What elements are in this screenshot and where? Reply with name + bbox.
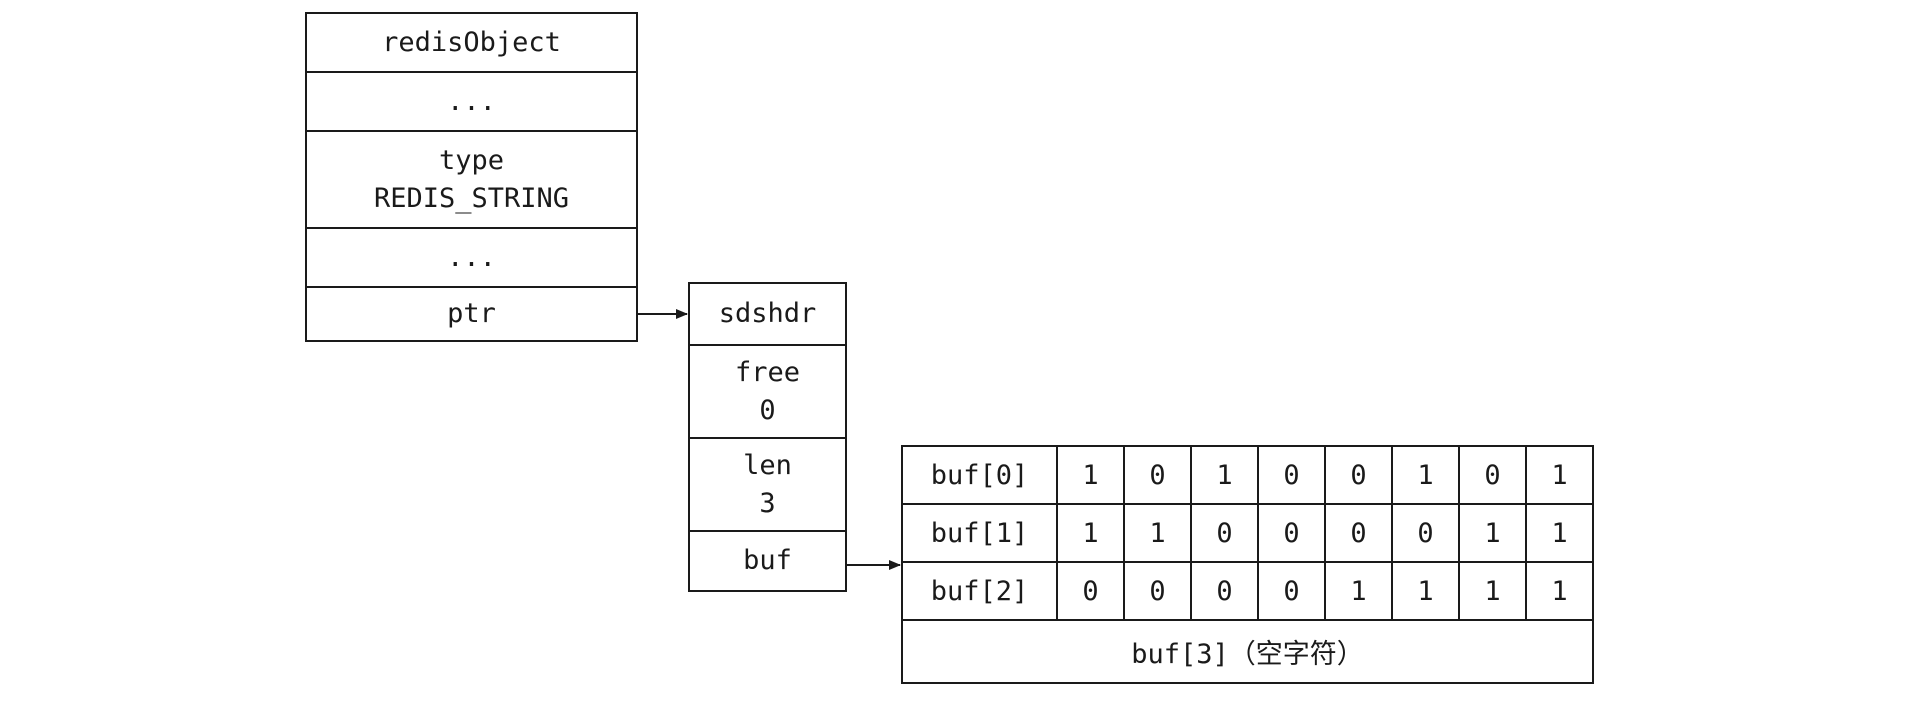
bit-cell: 1: [1056, 445, 1125, 505]
redis-object-ellipsis-bottom: ...: [307, 229, 636, 288]
sdshdr-title: sdshdr: [690, 284, 845, 346]
bit-cell: 0: [1190, 561, 1259, 621]
sdshdr-buf-field: buf: [743, 545, 792, 576]
bit-cell: 1: [1056, 503, 1125, 563]
sdshdr-struct: sdshdr free 0 len 3 buf: [688, 282, 847, 592]
bit-cell: 0: [1257, 561, 1326, 621]
free-label: free: [734, 356, 801, 388]
bit-cell: 1: [1525, 561, 1594, 621]
bit-cell: 1: [1123, 503, 1192, 563]
redis-object-type-field: type REDIS_STRING: [307, 132, 636, 229]
sdshdr-free-field: free 0: [690, 346, 845, 439]
buf-row-1: buf[1] 1 1 0 0 0 0 1 1: [901, 503, 1594, 563]
bit-cell: 1: [1324, 561, 1393, 621]
bit-cell: 0: [1056, 561, 1125, 621]
buf-byte-array: buf[0] 1 0 1 0 0 1 0 1 buf[1] 1 1 0 0 0 …: [901, 445, 1594, 684]
bit-cell: 1: [1391, 561, 1460, 621]
buf-terminator-cell: buf[3]（空字符）: [901, 619, 1594, 684]
buf-row-label: buf[2]: [901, 561, 1058, 621]
bit-cell: 0: [1324, 503, 1393, 563]
buf-row-2: buf[2] 0 0 0 0 1 1 1 1: [901, 561, 1594, 621]
bit-cell: 1: [1458, 503, 1527, 563]
bit-cell: 1: [1525, 445, 1594, 505]
bit-cell: 1: [1391, 445, 1460, 505]
type-value: REDIS_STRING: [373, 182, 570, 214]
len-label: len: [743, 449, 792, 481]
redis-object-ellipsis-top: ...: [307, 73, 636, 132]
buf-row-label: buf[0]: [901, 445, 1058, 505]
redis-object-struct: redisObject ... type REDIS_STRING ... pt…: [305, 12, 638, 342]
sdshdr-len-field: len 3: [690, 439, 845, 532]
bit-cell: 0: [1190, 503, 1259, 563]
bit-cell: 0: [1123, 445, 1192, 505]
bit-cell: 0: [1324, 445, 1393, 505]
type-label: type: [438, 144, 505, 176]
bit-cell: 0: [1458, 445, 1527, 505]
buf-row-label: buf[1]: [901, 503, 1058, 563]
buf-row-0: buf[0] 1 0 1 0 0 1 0 1: [901, 445, 1594, 505]
bit-cell: 1: [1525, 503, 1594, 563]
len-value: 3: [759, 487, 776, 519]
bit-cell: 0: [1391, 503, 1460, 563]
bit-cell: 0: [1123, 561, 1192, 621]
bit-cell: 0: [1257, 445, 1326, 505]
bit-cell: 0: [1257, 503, 1326, 563]
redis-object-ptr-field: ptr: [447, 298, 496, 329]
bit-cell: 1: [1190, 445, 1259, 505]
bit-cell: 1: [1458, 561, 1527, 621]
redis-object-title: redisObject: [307, 14, 636, 73]
free-value: 0: [759, 394, 776, 426]
buf-terminator-row: buf[3]（空字符）: [901, 619, 1594, 684]
